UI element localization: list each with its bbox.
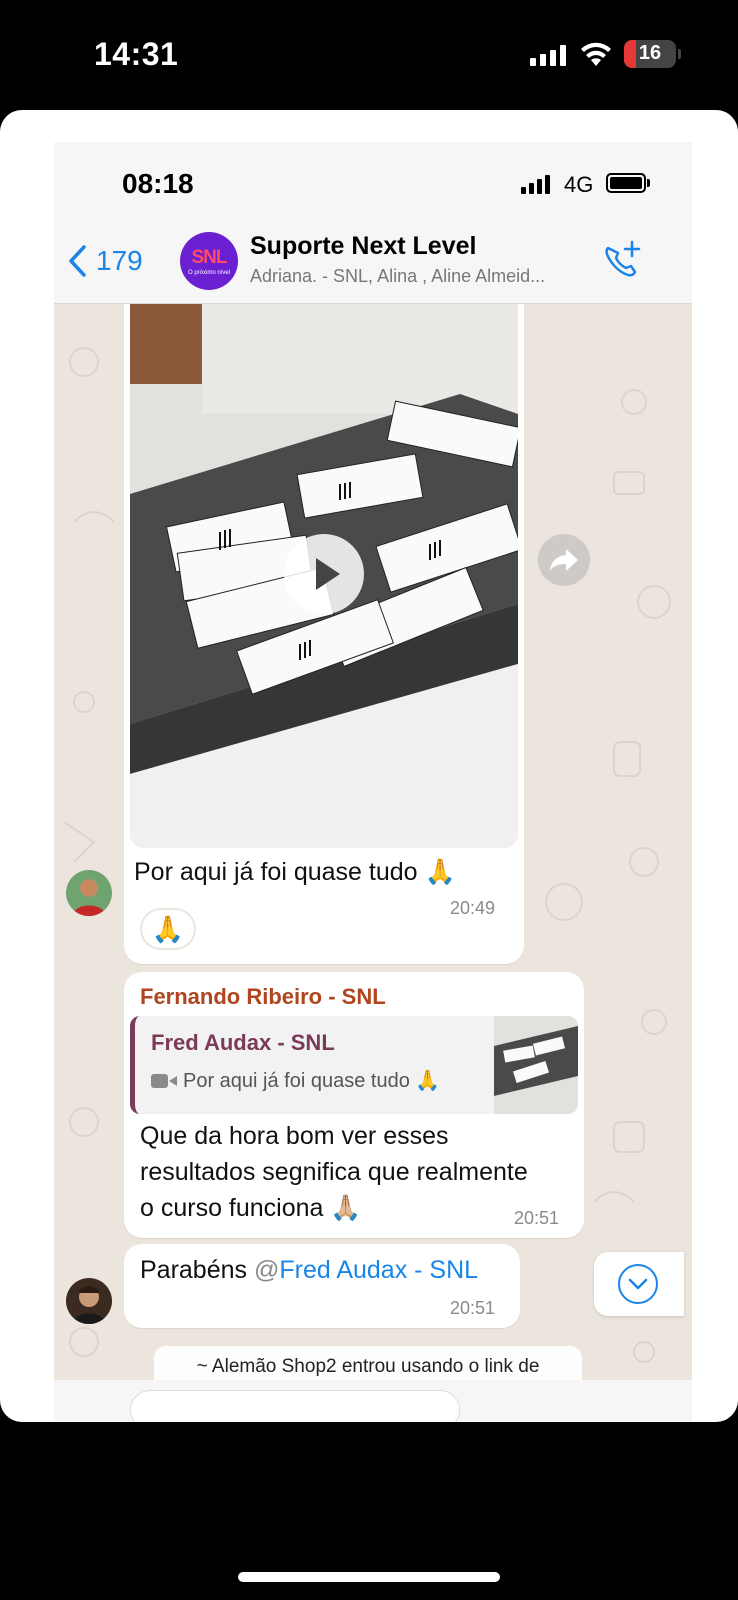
scroll-to-bottom-button[interactable]: [594, 1252, 684, 1316]
forward-arrow-glyph: [550, 549, 578, 571]
sender-avatar-image: [66, 870, 112, 916]
battery-icon: 16: [624, 40, 676, 68]
video-time: 20:49: [450, 898, 496, 918]
inner-battery-nub: [647, 179, 650, 187]
quoted-text-row: Por aqui já foi quase tudo 🙏: [151, 1068, 440, 1093]
group-avatar-tagline: O próximo nível: [187, 269, 230, 276]
reply-time: 20:51: [514, 1208, 560, 1228]
network-type: 4G: [564, 172, 594, 197]
mention-link[interactable]: Fred Audax - SNL: [279, 1256, 478, 1284]
chevron-left-icon: [69, 245, 86, 277]
chevron-down-glyph: [628, 1278, 648, 1290]
play-icon[interactable]: [284, 534, 364, 614]
phone-plus-icon[interactable]: [600, 240, 644, 284]
reply-text-line1: Que da hora bom ver esses: [140, 1122, 449, 1150]
mention-sender-avatar-image: [66, 1278, 112, 1324]
mention-sender-avatar[interactable]: [66, 1278, 112, 1324]
cellular-signal-icon: [530, 44, 566, 66]
battery-nub: [678, 49, 681, 59]
mention-time: 20:51: [450, 1298, 496, 1318]
wifi-icon: [581, 42, 611, 66]
quoted-message[interactable]: Fred Audax - SNL Por aqui já foi quase t…: [130, 1016, 578, 1114]
inner-clock: 08:18: [122, 168, 194, 199]
composer-bar: [54, 1380, 692, 1422]
reaction-badge[interactable]: 🙏: [140, 908, 196, 950]
inner-status-bar: 08:18 4G: [54, 142, 692, 222]
screenshot-card: 08:18 4G 179 SNL O próximo nível Suporte…: [0, 110, 738, 1422]
reply-message-bubble[interactable]: Fernando Ribeiro - SNL Fred Audax - SNL …: [124, 972, 584, 1238]
mention-text: Parabéns @Fred Audax - SNL: [140, 1252, 478, 1288]
outer-clock: 14:31: [94, 36, 179, 72]
forward-icon[interactable]: [538, 534, 590, 586]
inner-battery-icon: [606, 173, 646, 193]
mention-message-bubble[interactable]: Parabéns @Fred Audax - SNL 20:51: [124, 1244, 520, 1328]
outer-status-bar: 14:31 16: [0, 0, 738, 110]
group-avatar-logo: SNL: [191, 246, 228, 268]
sender-avatar[interactable]: [66, 870, 112, 916]
quoted-thumbnail: [494, 1016, 578, 1114]
chat-header: 179 SNL O próximo nível Suporte Next Lev…: [54, 222, 692, 304]
reply-text-line2: resultados segnifica que realmente: [140, 1158, 528, 1186]
whatsapp-screen: 08:18 4G 179 SNL O próximo nível Suporte…: [54, 142, 692, 1422]
video-thumbnail[interactable]: [130, 304, 518, 848]
message-input[interactable]: [130, 1390, 460, 1422]
inner-signal-icon: [521, 174, 550, 194]
reply-text-line3: o curso funciona 🙏🏼: [140, 1194, 362, 1222]
home-indicator[interactable]: [238, 1572, 500, 1582]
video-camera-icon: [151, 1073, 177, 1088]
unread-count: 179: [96, 245, 143, 276]
mention-prefix: Parabéns: [140, 1256, 254, 1284]
quoted-thumbnail-image: [494, 1016, 578, 1114]
group-avatar[interactable]: SNL O próximo nível: [180, 232, 238, 290]
quoted-text: Por aqui já foi quase tudo 🙏: [183, 1070, 441, 1092]
group-title[interactable]: Suporte Next Level: [250, 232, 476, 261]
battery-level: 16: [638, 42, 662, 64]
mention-at-sign: @: [253, 1256, 280, 1284]
chevron-down-icon: [618, 1264, 658, 1304]
quoted-sender-name: Fred Audax - SNL: [151, 1030, 335, 1055]
video-caption: Por aqui já foi quase tudo 🙏: [134, 858, 456, 886]
back-button[interactable]: 179: [66, 244, 143, 278]
reply-sender-name[interactable]: Fernando Ribeiro - SNL: [140, 984, 386, 1010]
video-message-bubble[interactable]: Por aqui já foi quase tudo 🙏 20:49: [124, 304, 524, 964]
group-members[interactable]: Adriana. - SNL, Alina , Aline Almeid...: [250, 266, 590, 287]
